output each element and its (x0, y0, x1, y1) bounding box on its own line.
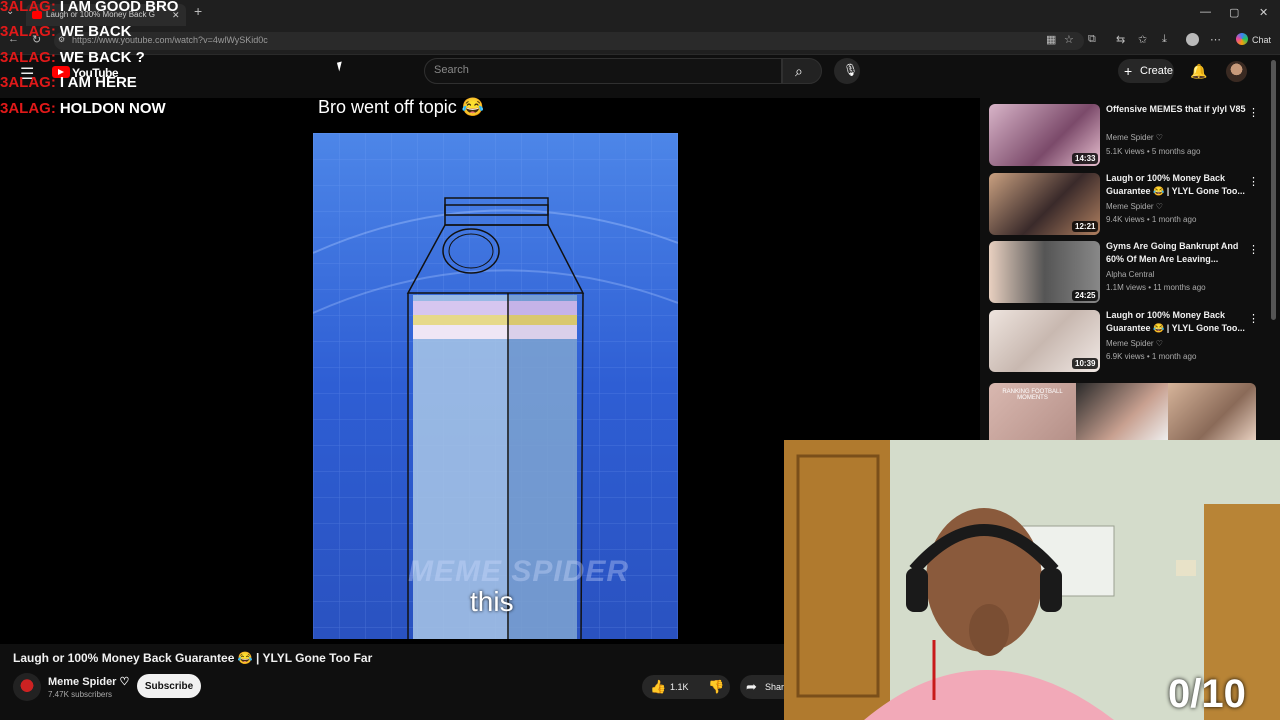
new-tab-button[interactable]: + (194, 3, 202, 19)
recommended-title[interactable]: Offensive MEMES that if ylyl V85 (1106, 103, 1246, 116)
duration-badge: 12:21 (1072, 221, 1099, 232)
account-avatar[interactable] (1226, 61, 1247, 82)
copilot-icon[interactable] (1236, 33, 1248, 45)
favorites-icon[interactable]: ✩ (1138, 33, 1147, 46)
notifications-bell-icon[interactable]: 🔔 (1190, 63, 1207, 80)
chat-message: 3ALAG: WE BACK (0, 23, 132, 40)
chat-text: I AM HERE (59, 74, 137, 91)
search-icon[interactable]: ⌕ (795, 63, 803, 80)
close-window-button[interactable]: ✕ (1259, 6, 1268, 19)
subscriber-count: 7.47K subscribers (48, 690, 113, 699)
share-icon: ➦ (746, 679, 757, 694)
chat-username: 3ALAG: (0, 74, 56, 91)
maximize-button[interactable]: ▢ (1229, 6, 1239, 19)
chat-text: HOLDON NOW (59, 100, 166, 117)
split-screen-icon[interactable]: ⇆ (1116, 33, 1125, 46)
thumbs-up-icon[interactable]: 👍 (650, 679, 666, 695)
shorts-thumbnail[interactable] (1076, 383, 1168, 440)
page-scrollbar[interactable] (1271, 60, 1276, 320)
chat-username: 3ALAG: (0, 0, 56, 15)
like-count: 1.1K (670, 682, 689, 692)
video-overlay-title: Bro went off topic 😂 (318, 97, 485, 117)
share-label: Shar (765, 682, 785, 692)
chat-button[interactable]: Chat (1252, 35, 1271, 45)
search-input[interactable] (424, 58, 782, 84)
recommended-meta: 1.1M views • 11 months ago (1106, 283, 1206, 292)
chat-message: 3ALAG: HOLDON NOW (0, 100, 166, 117)
shorts-thumbnail[interactable]: RANKING FOOTBALL MOMENTS (989, 383, 1076, 440)
channel-name[interactable]: Meme Spider ♡ (48, 675, 129, 688)
chat-username: 3ALAG: (0, 23, 56, 40)
subscribe-button[interactable]: Subscribe (137, 674, 201, 698)
recommended-meta: 9.4K views • 1 month ago (1106, 215, 1197, 224)
recommended-title[interactable]: Laugh or 100% Money Back Guarantee 😂 | Y… (1106, 309, 1246, 335)
recommended-channel[interactable]: Meme Spider ♡ (1106, 202, 1163, 211)
duration-badge: 10:39 (1072, 358, 1099, 369)
duration-badge: 14:33 (1072, 153, 1099, 164)
recommended-channel[interactable]: Alpha Central (1106, 270, 1154, 279)
recommended-title[interactable]: Laugh or 100% Money Back Guarantee 😂 | Y… (1106, 172, 1246, 198)
more-options-icon[interactable]: ⋯ (1210, 33, 1221, 46)
chat-message: 3ALAG: I AM GOOD BRO (0, 0, 178, 15)
search-placeholder: Search (434, 64, 469, 76)
chat-username: 3ALAG: (0, 49, 56, 66)
plus-icon: + (1124, 63, 1133, 79)
reader-icon[interactable]: ▦ (1046, 33, 1056, 46)
favorite-star-icon[interactable]: ☆ (1064, 33, 1074, 46)
video-watermark: MEME SPIDER (408, 555, 630, 588)
chat-username: 3ALAG: (0, 100, 56, 117)
mouse-cursor-icon (336, 61, 345, 72)
video-title: Laugh or 100% Money Back Guarantee 😂 | Y… (13, 651, 373, 665)
chat-text: WE BACK (59, 23, 132, 40)
microphone-icon[interactable]: 🎙 (843, 63, 858, 77)
more-actions-icon[interactable]: ⋮ (1248, 106, 1259, 119)
more-actions-icon[interactable]: ⋮ (1248, 243, 1259, 256)
browser-profile-icon[interactable] (1186, 33, 1199, 46)
shorts-thumbnail[interactable] (1168, 383, 1256, 440)
channel-avatar[interactable] (13, 673, 41, 701)
create-label: Create (1140, 65, 1174, 77)
more-actions-icon[interactable]: ⋮ (1248, 312, 1259, 325)
thumbs-down-icon[interactable]: 👎 (708, 679, 724, 695)
more-actions-icon[interactable]: ⋮ (1248, 175, 1259, 188)
score-overlay: 0/10 (1168, 672, 1246, 716)
video-caption: this (470, 586, 514, 617)
extensions-icon[interactable]: ⧉ (1088, 33, 1096, 46)
recommended-channel[interactable]: Meme Spider ♡ (1106, 133, 1163, 142)
download-icon[interactable]: ⤓ (1162, 33, 1167, 46)
shorts-thumbnail-text: RANKING FOOTBALL MOMENTS (1002, 389, 1063, 401)
chat-message: 3ALAG: WE BACK ? (0, 49, 145, 66)
chat-text: I AM GOOD BRO (59, 0, 179, 15)
chat-text: WE BACK ? (59, 49, 145, 66)
recommended-meta: 6.9K views • 1 month ago (1106, 352, 1197, 361)
duration-badge: 24:25 (1072, 290, 1099, 301)
recommended-title[interactable]: Gyms Are Going Bankrupt And 60% Of Men A… (1106, 240, 1246, 266)
chat-message: 3ALAG: I AM HERE (0, 74, 137, 91)
browser-tab-bar (0, 0, 1280, 28)
minimize-button[interactable]: — (1200, 6, 1211, 18)
recommended-meta: 5.1K views • 5 months ago (1106, 147, 1201, 156)
recommended-channel[interactable]: Meme Spider ♡ (1106, 339, 1163, 348)
